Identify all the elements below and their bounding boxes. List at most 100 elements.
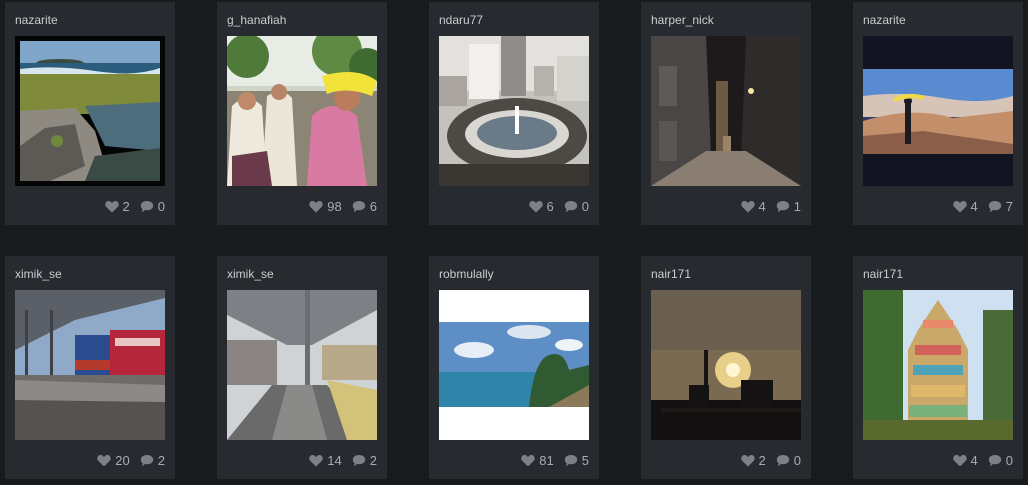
comment-count: 0 bbox=[157, 199, 165, 214]
comment-button[interactable]: 0 bbox=[564, 199, 589, 214]
like-button[interactable]: 98 bbox=[309, 199, 342, 214]
photo-thumbnail[interactable] bbox=[15, 290, 165, 440]
comment-button[interactable]: 1 bbox=[776, 199, 801, 214]
like-count: 4 bbox=[970, 453, 978, 468]
like-count: 6 bbox=[546, 199, 554, 214]
comment-button[interactable]: 0 bbox=[776, 453, 801, 468]
photo-stats: 2 0 bbox=[740, 453, 801, 468]
photo-thumbnail[interactable] bbox=[651, 36, 801, 186]
photo-card[interactable]: harper_nick 4 1 bbox=[641, 2, 811, 225]
comment-count: 2 bbox=[369, 453, 377, 468]
comment-button[interactable]: 5 bbox=[564, 453, 589, 468]
photo-train-station bbox=[15, 290, 165, 440]
like-count: 4 bbox=[970, 199, 978, 214]
username-link[interactable]: nazarite bbox=[15, 13, 58, 27]
like-count: 4 bbox=[758, 199, 766, 214]
photo-stats: 6 0 bbox=[528, 199, 589, 214]
photo-grid: nazarite 2 0 g_hanafiah 98 6 ndaru77 6 0… bbox=[0, 0, 1028, 485]
photo-card[interactable]: nair171 4 0 bbox=[853, 256, 1023, 479]
photo-thumbnail[interactable] bbox=[439, 290, 589, 440]
like-button[interactable]: 4 bbox=[952, 453, 978, 468]
like-button[interactable]: 2 bbox=[104, 199, 130, 214]
heart-icon bbox=[740, 454, 755, 467]
comment-icon bbox=[988, 454, 1002, 467]
photo-night-alley bbox=[651, 36, 801, 186]
comment-icon bbox=[776, 454, 790, 467]
like-button[interactable]: 2 bbox=[740, 453, 766, 468]
comment-icon bbox=[564, 200, 578, 213]
photo-stats: 4 1 bbox=[740, 199, 801, 214]
heart-icon bbox=[952, 200, 967, 213]
comment-count: 1 bbox=[793, 199, 801, 214]
like-count: 20 bbox=[115, 453, 130, 468]
photo-stats: 4 7 bbox=[952, 199, 1013, 214]
photo-thumbnail[interactable] bbox=[15, 36, 165, 186]
photo-thumbnail[interactable] bbox=[863, 290, 1013, 440]
heart-icon bbox=[521, 454, 535, 467]
comment-icon bbox=[564, 454, 578, 467]
comment-button[interactable]: 7 bbox=[988, 199, 1013, 214]
comment-count: 0 bbox=[793, 453, 801, 468]
heart-icon bbox=[309, 200, 323, 213]
photo-card[interactable]: nair171 2 0 bbox=[641, 256, 811, 479]
comment-count: 0 bbox=[1005, 453, 1013, 468]
comment-button[interactable]: 6 bbox=[352, 199, 377, 214]
username-link[interactable]: g_hanafiah bbox=[227, 13, 286, 27]
heart-icon bbox=[740, 200, 755, 213]
photo-stats: 98 6 bbox=[309, 199, 377, 214]
photo-stats: 14 2 bbox=[309, 453, 377, 468]
photo-sunset-silhouette bbox=[651, 290, 801, 440]
photo-card[interactable]: nazarite 4 7 bbox=[853, 2, 1023, 225]
photo-city-roundabout bbox=[439, 36, 589, 186]
username-link[interactable]: nair171 bbox=[651, 267, 691, 281]
photo-temple-tower bbox=[863, 290, 1013, 440]
username-link[interactable]: ximik_se bbox=[227, 267, 274, 281]
username-link[interactable]: nazarite bbox=[863, 13, 906, 27]
username-link[interactable]: nair171 bbox=[863, 267, 903, 281]
username-link[interactable]: ximik_se bbox=[15, 267, 62, 281]
photo-stats: 81 5 bbox=[521, 453, 589, 468]
photo-sea-cliff bbox=[439, 290, 589, 440]
photo-card[interactable]: ndaru77 6 0 bbox=[429, 2, 599, 225]
photo-thumbnail[interactable] bbox=[227, 290, 377, 440]
photo-card[interactable]: g_hanafiah 98 6 bbox=[217, 2, 387, 225]
like-button[interactable]: 14 bbox=[309, 453, 342, 468]
photo-thumbnail[interactable] bbox=[227, 36, 377, 186]
photo-stats: 4 0 bbox=[952, 453, 1013, 468]
photo-card[interactable]: robmulally 81 5 bbox=[429, 256, 599, 479]
heart-icon bbox=[952, 454, 967, 467]
comment-button[interactable]: 2 bbox=[352, 453, 377, 468]
like-button[interactable]: 20 bbox=[97, 453, 130, 468]
like-button[interactable]: 4 bbox=[952, 199, 978, 214]
comment-icon bbox=[352, 200, 366, 213]
like-count: 98 bbox=[327, 199, 342, 214]
like-count: 81 bbox=[539, 453, 554, 468]
comment-count: 6 bbox=[369, 199, 377, 214]
photo-person-rocks-sunset bbox=[863, 36, 1013, 186]
username-link[interactable]: robmulally bbox=[439, 267, 494, 281]
heart-icon bbox=[309, 454, 323, 467]
comment-button[interactable]: 0 bbox=[988, 453, 1013, 468]
photo-stats: 2 0 bbox=[104, 199, 165, 214]
comment-icon bbox=[352, 454, 366, 467]
comment-icon bbox=[776, 200, 790, 213]
photo-card[interactable]: ximik_se 14 2 bbox=[217, 256, 387, 479]
photo-thumbnail[interactable] bbox=[863, 36, 1013, 186]
photo-card[interactable]: ximik_se 20 2 bbox=[5, 256, 175, 479]
like-count: 2 bbox=[122, 199, 130, 214]
comment-button[interactable]: 0 bbox=[140, 199, 165, 214]
comment-button[interactable]: 2 bbox=[140, 453, 165, 468]
username-link[interactable]: ndaru77 bbox=[439, 13, 483, 27]
photo-thumbnail[interactable] bbox=[651, 290, 801, 440]
photo-thumbnail[interactable] bbox=[439, 36, 589, 186]
like-button[interactable]: 6 bbox=[528, 199, 554, 214]
heart-icon bbox=[97, 454, 111, 467]
comment-icon bbox=[988, 200, 1002, 213]
photo-card[interactable]: nazarite 2 0 bbox=[5, 2, 175, 225]
like-button[interactable]: 4 bbox=[740, 199, 766, 214]
like-button[interactable]: 81 bbox=[521, 453, 554, 468]
username-link[interactable]: harper_nick bbox=[651, 13, 714, 27]
comment-count: 2 bbox=[157, 453, 165, 468]
photo-platform-canopy bbox=[227, 290, 377, 440]
like-count: 14 bbox=[327, 453, 342, 468]
